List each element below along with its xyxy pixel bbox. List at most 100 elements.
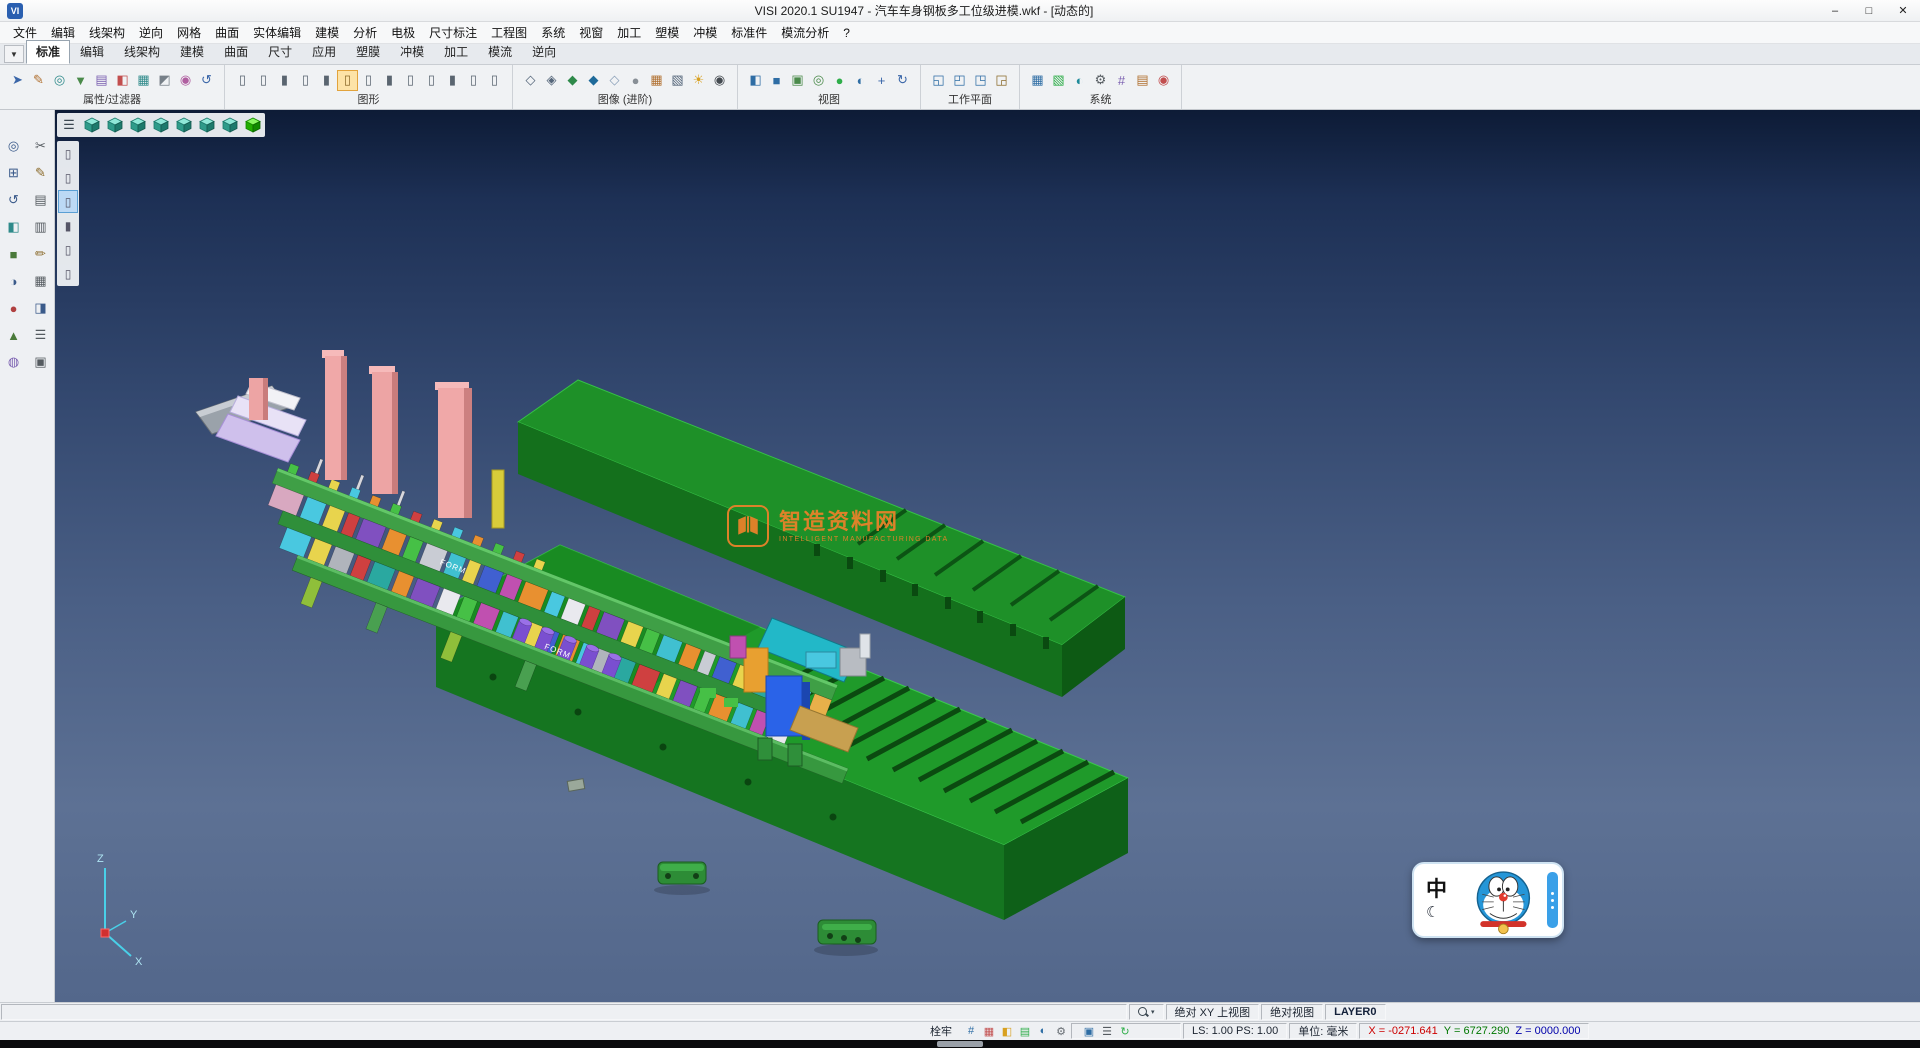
show-dimensions-icon[interactable]: ▯ <box>400 70 421 91</box>
sidebar-mirror-icon[interactable]: ◨ <box>30 297 52 319</box>
workplane-custom-icon[interactable]: ◲ <box>991 70 1012 91</box>
menu-die[interactable]: 冲模 <box>686 22 724 43</box>
show-all-icon[interactable]: ▯ <box>484 70 505 91</box>
sidebar-list-icon[interactable]: ☰ <box>30 324 52 346</box>
sidebar-point-icon[interactable]: ● <box>3 297 25 319</box>
pill-points-icon[interactable]: ▯ <box>58 142 78 165</box>
snap-toggle-icon[interactable]: # <box>962 1023 980 1039</box>
show-annotations-icon[interactable]: ▯ <box>421 70 442 91</box>
sidebar-notes-icon[interactable]: ✏ <box>30 243 52 265</box>
absolute-view-indicator[interactable]: 绝对视图 <box>1261 1004 1323 1020</box>
layer-filter-icon[interactable]: ▤ <box>91 70 112 91</box>
close-button[interactable]: ✕ <box>1886 0 1920 21</box>
sidebar-sheet-icon[interactable]: ▥ <box>30 216 52 238</box>
view-cube-right-icon[interactable] <box>150 114 172 136</box>
sidebar-undo-icon[interactable]: ↺ <box>3 189 25 211</box>
view-cube-back-icon[interactable] <box>196 114 218 136</box>
sidebar-arrow-icon[interactable]: ▲ <box>3 324 25 346</box>
sidebar-layers-icon[interactable]: ▤ <box>30 189 52 211</box>
tab-dropdown-button[interactable]: ▼ <box>4 45 24 63</box>
show-points-icon[interactable]: ▯ <box>232 70 253 91</box>
workplane-yz-icon[interactable]: ◳ <box>970 70 991 91</box>
shaded-sphere-icon[interactable]: ● <box>829 70 850 91</box>
die-model-scene[interactable]: FORM FORM <box>55 110 1920 1002</box>
taskbar-handle[interactable] <box>937 1041 983 1047</box>
material-icon[interactable]: ● <box>625 70 646 91</box>
view-cube-top-icon[interactable] <box>127 114 149 136</box>
view-menu-button[interactable]: ☰ <box>58 114 80 136</box>
view-iso-icon[interactable]: ◧ <box>745 70 766 91</box>
system-info-icon[interactable]: ◉ <box>1153 70 1174 91</box>
snap-lock-label[interactable]: 栓牢 <box>921 1023 961 1039</box>
tab-surface[interactable]: 曲面 <box>214 40 258 64</box>
properties-brush-icon[interactable]: ✎ <box>28 70 49 91</box>
globe-view-icon[interactable]: ◐ <box>850 70 871 91</box>
table-view-icon[interactable]: ▤ <box>1132 70 1153 91</box>
tab-reverse[interactable]: 逆向 <box>522 40 566 64</box>
tab-application[interactable]: 应用 <box>302 40 346 64</box>
transparency-icon[interactable]: ◇ <box>604 70 625 91</box>
windows-taskbar-strip[interactable] <box>0 1040 1920 1048</box>
refresh-icon[interactable]: ↻ <box>1116 1023 1134 1039</box>
filter-funnel-icon[interactable]: ▼ <box>70 70 91 91</box>
sidebar-select-icon[interactable]: ◎ <box>3 135 25 157</box>
world-icon[interactable]: ◐ <box>1069 70 1090 91</box>
units-indicator[interactable]: 单位: 毫米 <box>1289 1023 1357 1039</box>
sidebar-surface-icon[interactable]: ◧ <box>3 216 25 238</box>
color-picker-icon[interactable]: ◎ <box>49 70 70 91</box>
ime-language-button[interactable]: 中 <box>1426 879 1447 901</box>
view-cube-bottom-icon[interactable] <box>219 114 241 136</box>
pill-hidden-icon[interactable]: ▯ <box>58 262 78 285</box>
workplane-view-indicator[interactable]: 绝对 XY 上视图 <box>1166 1004 1260 1020</box>
show-axes-icon[interactable]: ▮ <box>379 70 400 91</box>
sidebar-print-icon[interactable]: ▣ <box>30 351 52 373</box>
sidebar-measure-icon[interactable]: ◑ <box>3 270 25 292</box>
tab-machining[interactable]: 加工 <box>434 40 478 64</box>
view-search-button[interactable]: ▾ <box>1129 1004 1164 1020</box>
menu-mold[interactable]: 塑模 <box>648 22 686 43</box>
active-doc-icon[interactable]: ▣ <box>1080 1023 1098 1039</box>
sidebar-sketch-icon[interactable]: ✎ <box>30 162 52 184</box>
active-layer-indicator[interactable]: LAYER0 <box>1325 1004 1385 1020</box>
reset-filter-icon[interactable]: ↺ <box>196 70 217 91</box>
show-edges-icon[interactable]: ▯ <box>358 70 379 91</box>
tab-edit[interactable]: 编辑 <box>70 40 114 64</box>
assist-gear-icon[interactable]: ⚙ <box>1052 1023 1070 1039</box>
tab-moldflow[interactable]: 模流 <box>478 40 522 64</box>
minimize-button[interactable]: – <box>1818 0 1852 21</box>
tab-die[interactable]: 冲模 <box>390 40 434 64</box>
menu-help[interactable]: ? <box>836 24 857 42</box>
3d-viewport[interactable]: FORM FORM <box>55 110 1920 1002</box>
sidebar-trim-icon[interactable]: ✂ <box>30 135 52 157</box>
zoom-window-icon[interactable]: ▣ <box>787 70 808 91</box>
menu-standard-parts[interactable]: 标准件 <box>724 22 774 43</box>
tab-modeling[interactable]: 建模 <box>170 40 214 64</box>
tab-molding[interactable]: 塑膜 <box>346 40 390 64</box>
view-cube-front-icon[interactable] <box>104 114 126 136</box>
maximize-button[interactable]: □ <box>1852 0 1886 21</box>
pill-transparent-icon[interactable]: ▯ <box>58 238 78 261</box>
menu-window[interactable]: 视窗 <box>572 22 610 43</box>
color-filter-icon[interactable]: ◧ <box>112 70 133 91</box>
show-solids-icon[interactable]: ▯ <box>295 70 316 91</box>
command-list-icon[interactable]: ☰ <box>1098 1023 1116 1039</box>
zoom-fit-icon[interactable]: ◎ <box>808 70 829 91</box>
display-mode-icon[interactable]: ◐ <box>1034 1023 1052 1039</box>
color-palette-icon[interactable]: ▧ <box>1048 70 1069 91</box>
lighting-icon[interactable]: ☀ <box>688 70 709 91</box>
show-curves-icon[interactable]: ▯ <box>253 70 274 91</box>
pill-edges-icon[interactable]: ▮ <box>58 214 78 237</box>
tab-wireframe[interactable]: 线架构 <box>114 40 170 64</box>
shaded-render-icon[interactable]: ◆ <box>562 70 583 91</box>
magnet-snap-icon[interactable]: ◉ <box>175 70 196 91</box>
ime-moon-icon[interactable]: ☾ <box>1426 905 1439 921</box>
pan-view-icon[interactable]: + <box>871 70 892 91</box>
mask-icon[interactable]: ◩ <box>154 70 175 91</box>
sidebar-solid-icon[interactable]: ■ <box>3 243 25 265</box>
menu-moldflow[interactable]: 模流分析 <box>774 22 836 43</box>
sidebar-target-icon[interactable]: ◍ <box>3 351 25 373</box>
tab-dimension[interactable]: 尺寸 <box>258 40 302 64</box>
wireframe-render-icon[interactable]: ◇ <box>520 70 541 91</box>
calculator-icon[interactable]: # <box>1111 70 1132 91</box>
workplane-xy-icon[interactable]: ◱ <box>928 70 949 91</box>
